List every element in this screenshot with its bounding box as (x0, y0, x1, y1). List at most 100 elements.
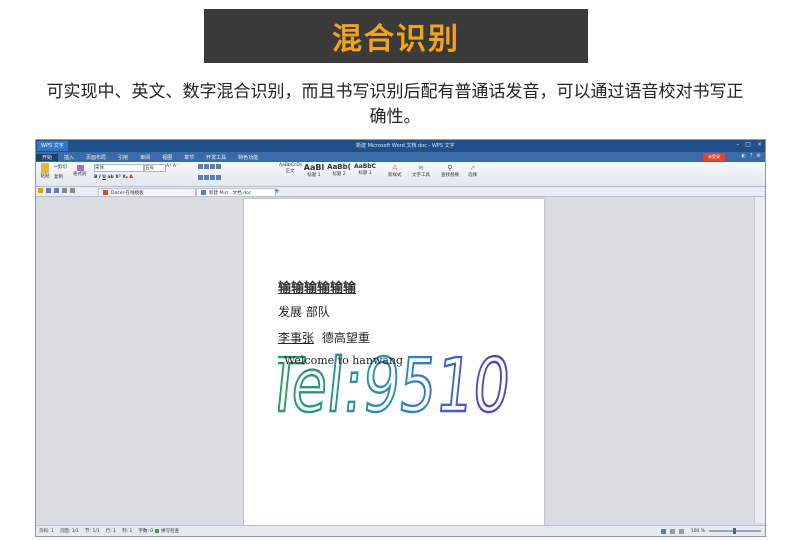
help-icon[interactable]: ? (750, 153, 753, 159)
tab-document[interactable]: 新建 Micr...文档.doc (196, 188, 276, 197)
font-name-select[interactable]: 宋体 (94, 164, 144, 172)
zoom-slider-thumb[interactable] (733, 528, 736, 534)
superscript-icon[interactable]: X² (115, 175, 120, 180)
number-list-icon[interactable] (204, 164, 209, 169)
banner-title: 混合识别 (332, 22, 460, 57)
redo-icon[interactable] (70, 188, 75, 193)
select-label: 选择 (468, 173, 477, 178)
font-size-select[interactable]: 五号 (144, 164, 166, 172)
handwriting-canvas: Tel:95105718 输输输输输输 发展 部队 李事张 德高望重 Welco… (278, 277, 510, 495)
strikethrough-icon[interactable]: ab (108, 175, 114, 180)
close-icon[interactable]: × (757, 141, 762, 148)
window-controls: – □ × (736, 141, 762, 148)
web-view-icon[interactable] (678, 528, 684, 534)
format-buttons: B I U ab X² X₂ A (94, 175, 133, 180)
status-page: 页码: 1 (39, 529, 54, 534)
wps-window: WPS 文字 新建 Microsoft Word 文档.doc - WPS 文字… (35, 139, 766, 537)
italic-icon[interactable]: I (99, 175, 101, 180)
justify-icon[interactable] (216, 175, 221, 180)
font-size-value: 五号 (145, 166, 154, 171)
find-replace-label: 查找替换 (441, 173, 459, 178)
paragraph-buttons (198, 164, 222, 170)
zoom-slider[interactable] (709, 528, 761, 534)
menu-item-developer[interactable]: 开发工具 (200, 154, 232, 161)
menu-item-layout[interactable]: 页面布局 (80, 154, 112, 161)
menu-item-insert[interactable]: 插入 (58, 154, 80, 161)
menu-item-review[interactable]: 审阅 (134, 154, 156, 161)
status-row: 行: 1 (105, 529, 117, 534)
spell-check-icon[interactable] (155, 529, 160, 533)
save-icon[interactable] (46, 188, 51, 193)
doc-line-3: 李事张 德高望重 (278, 329, 370, 346)
font-color-icon[interactable]: A (129, 175, 132, 180)
new-tab-icon[interactable]: + (274, 187, 280, 195)
paste-icon (41, 163, 49, 173)
format-painter-button[interactable]: 格式刷 (73, 165, 87, 177)
outdent-icon[interactable] (216, 164, 221, 169)
tab-docer[interactable]: Docer-在线模板 (98, 188, 196, 197)
docer-icon (103, 190, 108, 195)
new-style-label: 新样式 (388, 173, 402, 178)
menu-right-icons: ◐ ? ⚙ (741, 153, 761, 159)
menu-item-view[interactable]: 视图 (156, 154, 178, 161)
menu-item-start[interactable]: 开始 (36, 153, 59, 161)
menu-item-features[interactable]: 特色功能 (232, 154, 264, 161)
align-buttons (198, 175, 222, 181)
settings-icon[interactable]: ⚙ (757, 153, 761, 159)
style-heading-1[interactable]: AaBl 标题 1 (303, 163, 325, 178)
format-painter-label: 格式刷 (73, 172, 87, 177)
cut-button[interactable]: ✂剪切 (54, 164, 67, 170)
menu-bar: 开始 插入 页面布局 引用 审阅 视图 章节 开发工具 特色功能 未登录 ◐ ?… (36, 152, 765, 162)
style-gallery: AaBbCcDc 正文 AaBl 标题 1 AaBb(标题 2 AaBbC 标题 3 (279, 163, 377, 178)
new-style-button[interactable]: A 新样式 (388, 164, 402, 178)
text-tools-button[interactable]: ≋ 文字工具 (412, 164, 430, 178)
menu-item-section[interactable]: 章节 (178, 154, 200, 161)
indent-icon[interactable] (210, 164, 215, 169)
bullet-list-icon[interactable] (198, 164, 203, 169)
paste-button[interactable]: 粘贴 (39, 163, 51, 179)
minimize-icon[interactable]: – (736, 141, 739, 148)
select-button[interactable]: ➚ 选择 (468, 164, 477, 178)
undo-icon[interactable] (62, 188, 67, 193)
ribbon-toolbar: 粘贴 ✂剪切 复制 格式刷 宋体 五号 A⁺ A⁻ B I U ab X² X₂… (36, 162, 765, 187)
subscript-icon[interactable]: X₂ (122, 175, 127, 180)
window-title: 新建 Microsoft Word 文档.doc - WPS 文字 (356, 143, 455, 149)
copy-button[interactable]: 复制 (54, 174, 63, 180)
find-replace-button[interactable]: ⚲ 查找替换 (441, 164, 459, 178)
doc-line-3-idiom: 德高望重 (321, 331, 370, 345)
description-text: 可实现中、英文、数字混合识别，而且书写识别后配有普通话发音，可以通过语音校对书写… (46, 82, 744, 127)
document-icon (201, 190, 206, 195)
grow-font-icon[interactable]: A⁺ A⁻ (166, 164, 178, 169)
status-spell[interactable]: 拼写检查 (161, 528, 179, 534)
full-screen-icon[interactable] (669, 528, 675, 534)
style-heading-3[interactable]: AaBbC 标题 3 (353, 163, 377, 178)
vertical-scrollbar[interactable] (754, 197, 765, 523)
title-banner: 混合识别 (204, 9, 588, 63)
menu-item-reference[interactable]: 引用 (112, 154, 134, 161)
align-left-icon[interactable] (198, 175, 203, 180)
print-icon[interactable] (54, 188, 59, 193)
underline-icon[interactable]: U (102, 175, 106, 180)
tab-label: Docer-在线模板 (111, 190, 144, 196)
bold-icon[interactable]: B (94, 175, 97, 180)
maximize-icon[interactable]: □ (745, 141, 751, 148)
style-heading-2[interactable]: AaBb(标题 2 (327, 163, 351, 178)
align-right-icon[interactable] (210, 175, 215, 180)
style-preview: AaBl (303, 163, 325, 172)
status-bar: 页码: 1 页面: 1/1 节: 1/1 行: 1 列: 1 字数: 0 拼写检… (36, 525, 765, 536)
document-page: Tel:95105718 输输输输输输 发展 部队 李事张 德高望重 Welco… (244, 199, 544, 529)
open-icon[interactable] (38, 188, 43, 193)
doc-line-4: Welcome to hanwang (284, 354, 404, 367)
wps-menu-button[interactable]: WPS 文字 (37, 141, 68, 151)
login-button[interactable]: 未登录 (703, 153, 725, 161)
doc-line-3-name: 李事张 (278, 331, 315, 345)
page-view-icon[interactable] (660, 528, 666, 534)
text-tools-label: 文字工具 (412, 173, 430, 178)
cursor-icon: ➚ (469, 164, 476, 172)
zoom-level: 100 % (690, 528, 705, 534)
status-words: 字数: 0 (138, 529, 154, 534)
skin-icon[interactable]: ◐ (741, 153, 745, 159)
style-normal[interactable]: AaBbCcDc 正文 (279, 163, 302, 178)
align-center-icon[interactable] (204, 175, 209, 180)
copy-label: 复制 (54, 175, 63, 180)
